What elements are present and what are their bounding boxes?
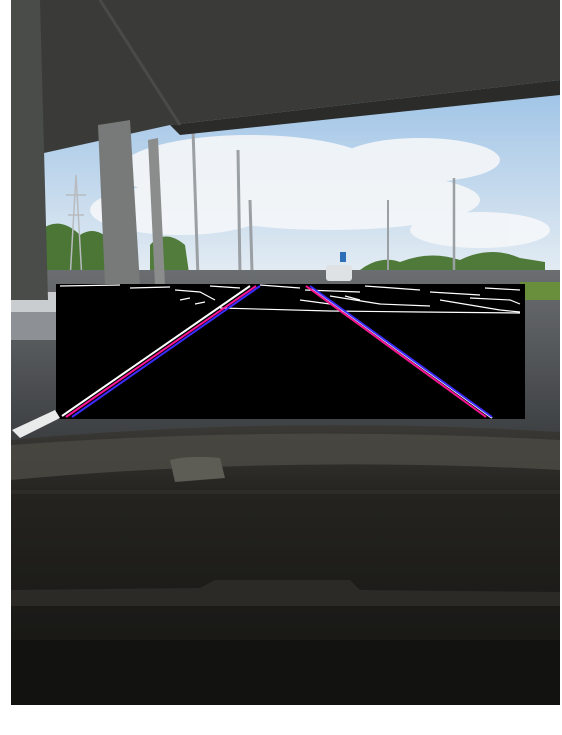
distant-car (326, 265, 352, 281)
dashboard-lower (11, 640, 560, 705)
grass-verge (520, 282, 560, 300)
dashboard-crease (11, 490, 560, 494)
road-sign (340, 252, 346, 262)
dashcam-frame (0, 0, 562, 735)
lane-detection-mask (56, 284, 525, 419)
dashboard-vent (170, 456, 225, 482)
